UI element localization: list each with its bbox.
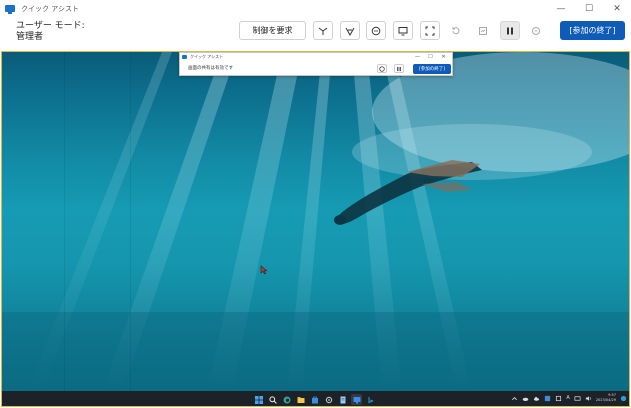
network-icon[interactable] bbox=[574, 395, 581, 402]
settings-app-icon[interactable] bbox=[323, 394, 334, 405]
remote-minimize-button[interactable]: — bbox=[411, 53, 424, 61]
laser-pointer-icon bbox=[318, 27, 328, 35]
underwater-wallpaper bbox=[2, 52, 629, 392]
quick-assist-icon bbox=[182, 55, 187, 59]
notification-icon[interactable] bbox=[620, 395, 627, 402]
remote-quick-assist-window[interactable]: クイック アシスト — ☐ ✕ 画面の共有は有効です [参加の終了] bbox=[179, 52, 453, 76]
close-button[interactable]: ✕ bbox=[603, 0, 631, 18]
screen-seam bbox=[130, 52, 131, 392]
mouse-cursor-icon bbox=[260, 265, 268, 275]
notepad-icon[interactable] bbox=[337, 394, 348, 405]
user-mode-label: ユーザー モード: bbox=[16, 21, 85, 31]
end-session-button[interactable]: [参加の終了] bbox=[560, 21, 625, 40]
sharing-status-text: 画面の共有は有効です bbox=[188, 66, 233, 71]
pause-icon bbox=[397, 66, 401, 71]
annotate-button[interactable] bbox=[340, 21, 360, 40]
pause-icon bbox=[507, 27, 513, 34]
clock-date: 2023/04/29 bbox=[595, 398, 616, 402]
remote-end-session-button[interactable]: [参加の終了] bbox=[413, 64, 451, 74]
request-control-button[interactable]: 制御を要求 bbox=[239, 21, 306, 40]
select-monitor-icon bbox=[398, 26, 408, 35]
edge-icon[interactable] bbox=[281, 394, 292, 405]
search-icon[interactable] bbox=[267, 394, 278, 405]
chat-icon bbox=[371, 26, 381, 35]
fullscreen-icon bbox=[425, 26, 435, 35]
select-monitor-button[interactable] bbox=[393, 21, 413, 40]
chat-icon bbox=[379, 65, 385, 72]
remote-title-bar: クイック アシスト bbox=[182, 53, 223, 61]
laser-pointer-button[interactable] bbox=[313, 21, 333, 40]
start-icon[interactable] bbox=[253, 394, 264, 405]
ime-indicator[interactable]: A bbox=[566, 395, 569, 401]
volume-icon[interactable] bbox=[585, 395, 592, 402]
title-bar: クイック アシスト — ☐ ✕ bbox=[0, 0, 631, 18]
remote-close-button[interactable]: ✕ bbox=[437, 53, 450, 61]
maximize-button[interactable]: ☐ bbox=[575, 0, 603, 18]
task-manager-button[interactable] bbox=[473, 21, 493, 40]
user-mode-value: 管理者 bbox=[16, 32, 44, 42]
restart-icon bbox=[452, 26, 460, 34]
remote-pause-button[interactable] bbox=[394, 64, 404, 73]
pause-button[interactable] bbox=[500, 21, 520, 40]
minimize-button[interactable]: — bbox=[547, 0, 575, 18]
fullscreen-button[interactable] bbox=[420, 21, 440, 40]
file-explorer-icon[interactable] bbox=[295, 394, 306, 405]
defender-icon[interactable] bbox=[544, 395, 551, 402]
chevron-up-icon[interactable] bbox=[511, 395, 518, 402]
settings-button[interactable] bbox=[526, 21, 546, 40]
quick-assist-taskbar-icon[interactable] bbox=[351, 394, 362, 405]
session-toolbar: ユーザー モード: 管理者 制御を要求 [参加の終了] bbox=[0, 18, 631, 51]
remote-taskbar: A 9:57 2023/04/29 bbox=[2, 391, 629, 406]
vpn-icon[interactable] bbox=[555, 395, 562, 402]
cloud-icon[interactable] bbox=[533, 395, 540, 402]
taskbar-clock[interactable]: 9:57 2023/04/29 bbox=[596, 393, 616, 403]
settings-icon bbox=[532, 26, 540, 35]
bing-icon[interactable] bbox=[365, 394, 376, 405]
remote-maximize-button[interactable]: ☐ bbox=[424, 53, 437, 61]
restart-button[interactable] bbox=[446, 21, 466, 40]
remote-window-title: クイック アシスト bbox=[190, 54, 224, 59]
remote-chat-button[interactable] bbox=[377, 64, 387, 73]
quick-assist-icon bbox=[5, 4, 15, 14]
window-title: クイック アシスト bbox=[21, 5, 79, 13]
store-icon[interactable] bbox=[309, 394, 320, 405]
chat-button[interactable] bbox=[366, 21, 386, 40]
shared-screen-view[interactable]: クイック アシスト — ☐ ✕ 画面の共有は有効です [参加の終了] A 9:5… bbox=[1, 51, 630, 407]
system-tray: A 9:57 2023/04/29 bbox=[511, 393, 627, 403]
screen-seam bbox=[64, 52, 65, 392]
annotate-icon bbox=[345, 27, 355, 36]
onedrive-icon[interactable] bbox=[522, 395, 529, 402]
task-manager-icon bbox=[479, 26, 487, 35]
